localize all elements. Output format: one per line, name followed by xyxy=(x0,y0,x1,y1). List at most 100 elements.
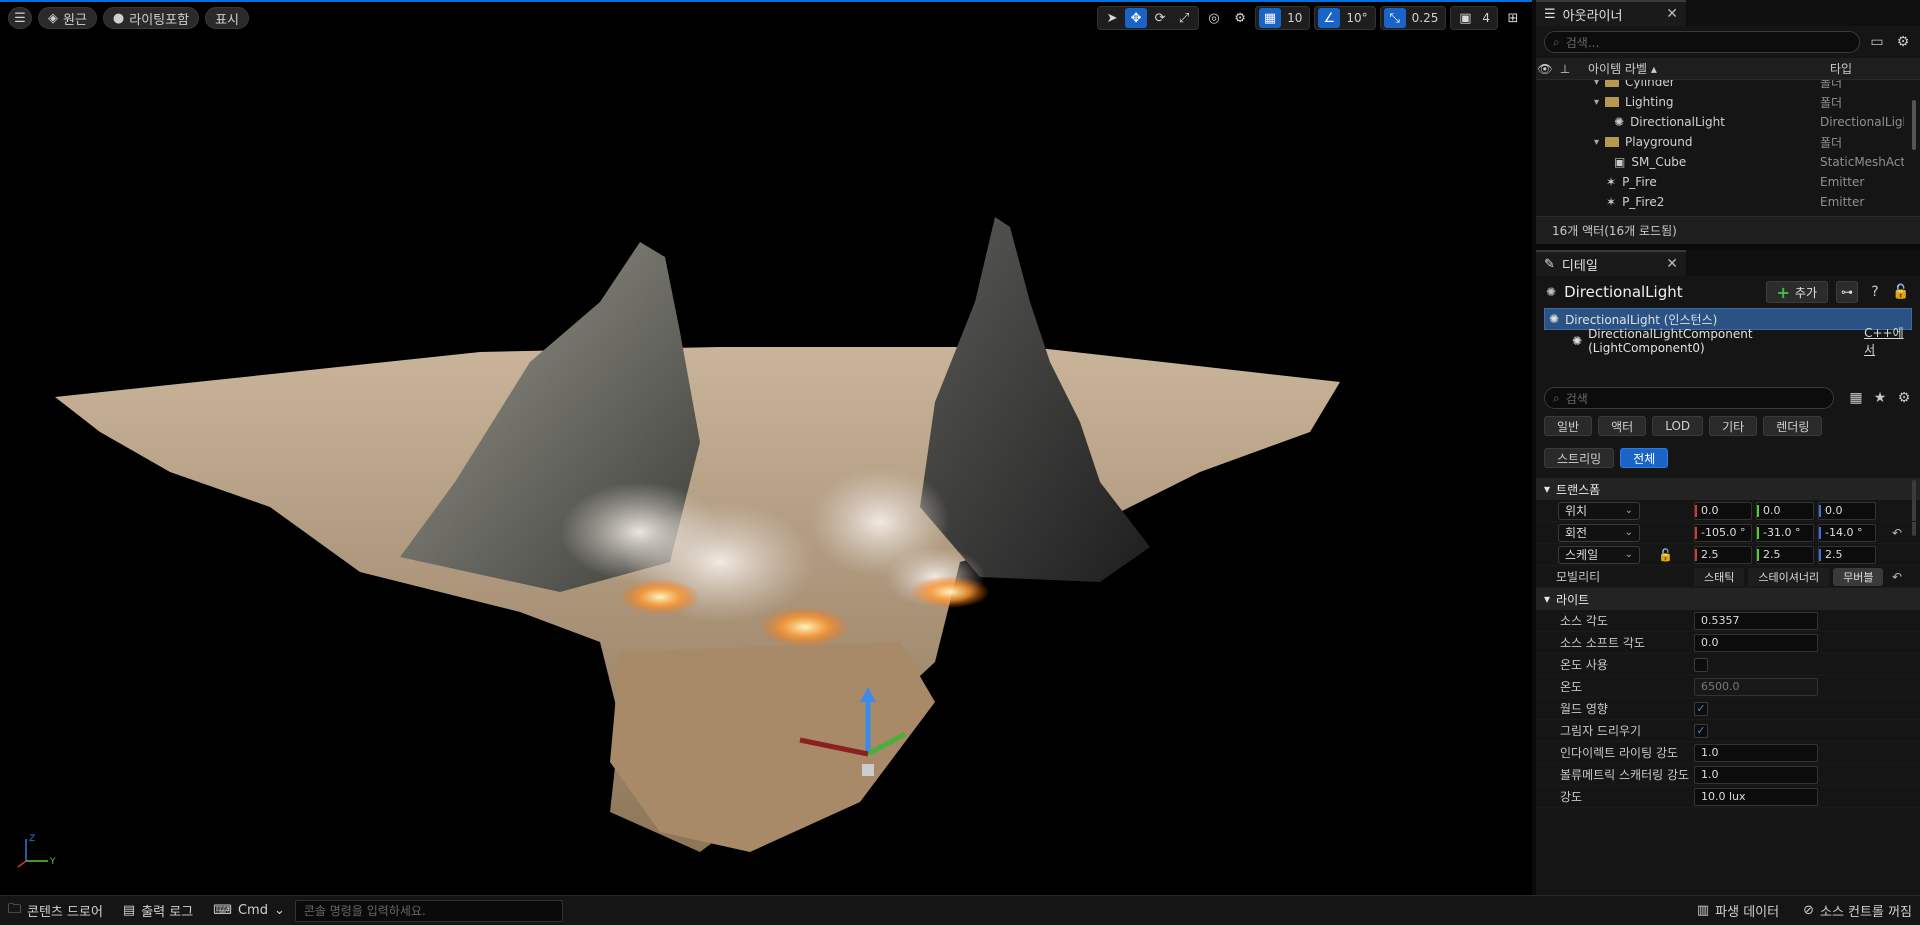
column-type[interactable]: 타입 xyxy=(1830,60,1852,77)
camera-icon[interactable]: ▣ xyxy=(1454,8,1476,28)
blueprint-icon[interactable]: ⊶ xyxy=(1836,281,1858,303)
close-icon[interactable]: ✕ xyxy=(1666,6,1678,22)
volumetric-scattering-field[interactable]: 1.0 xyxy=(1694,765,1818,784)
perspective-button[interactable]: ◈ 원근 xyxy=(38,7,97,29)
unlock-icon[interactable]: 🔓 xyxy=(1658,548,1673,562)
grid-snap[interactable]: ▦ 10 xyxy=(1255,6,1311,30)
show-button[interactable]: 표시 xyxy=(205,7,249,29)
rotate-snap[interactable]: ∠ 10° xyxy=(1314,6,1376,30)
source-soft-angle-field[interactable]: 0.0 xyxy=(1694,633,1818,652)
indirect-intensity-field[interactable]: 1.0 xyxy=(1694,743,1818,762)
lock-icon[interactable]: 🔓 xyxy=(1892,284,1910,300)
cmd-dropdown[interactable]: ⌨ Cmd ⌄ xyxy=(213,903,285,918)
outliner-search-input[interactable]: ⌕ 검색... xyxy=(1544,31,1860,53)
view-mode-button[interactable]: ● 라이팅포함 xyxy=(102,7,200,29)
affects-world-checkbox[interactable]: ✓ xyxy=(1694,701,1708,716)
outliner-row[interactable]: ▾ Lighting 폴더 xyxy=(1536,92,1920,112)
tab-outliner[interactable]: ☰ 아웃라이너 ✕ xyxy=(1536,0,1686,26)
chevron-down-icon[interactable]: ▾ xyxy=(1594,97,1599,108)
outliner-list[interactable]: ▾ Cylinder 폴더 ▾ Lighting 폴더 ✺ DirectionalLight D… xyxy=(1536,80,1920,216)
scale-snap[interactable]: ⤡ 0.25 xyxy=(1379,6,1447,30)
pin-icon[interactable]: ⊥ xyxy=(1554,62,1576,76)
scale-snap-icon[interactable]: ⤡ xyxy=(1383,8,1406,28)
scale-x-field[interactable]: 2.5 xyxy=(1694,545,1752,564)
reset-icon[interactable]: ↶ xyxy=(1892,526,1902,540)
mobility-option[interactable]: 스태틱 xyxy=(1694,567,1745,586)
rotation-y-field[interactable]: -31.0 ° xyxy=(1756,523,1814,542)
output-log-button[interactable]: ▤ 출력 로그 xyxy=(123,901,193,920)
table-view-icon[interactable]: ▦ xyxy=(1848,390,1864,406)
scene-render[interactable] xyxy=(0,2,1532,895)
add-component-button[interactable]: + 추가 xyxy=(1765,281,1828,303)
use-temperature-checkbox[interactable] xyxy=(1694,657,1708,672)
cast-shadows-checkbox[interactable]: ✓ xyxy=(1694,723,1708,738)
rotation-dropdown[interactable]: 회전 ⌄ xyxy=(1558,523,1640,542)
scale-snap-value[interactable]: 0.25 xyxy=(1408,11,1443,25)
column-item-label[interactable]: 아이템 라벨 ▴ xyxy=(1588,60,1818,77)
filter-button[interactable]: 렌더링 xyxy=(1763,416,1823,436)
derived-data-button[interactable]: ▥ 파생 데이터 xyxy=(1697,901,1779,920)
source-control-button[interactable]: ⊘ 소스 컨트롤 꺼짐 xyxy=(1803,901,1912,920)
source-angle-field[interactable]: 0.5357 xyxy=(1694,611,1818,630)
location-x-field[interactable]: 0.0 xyxy=(1694,501,1752,520)
scale-tool-icon[interactable]: ⤢ xyxy=(1173,8,1195,28)
scale-dropdown[interactable]: 스케일 ⌄ xyxy=(1558,545,1640,564)
location-z-field[interactable]: 0.0 xyxy=(1818,501,1876,520)
filter-button[interactable]: 스트리밍 xyxy=(1544,448,1615,468)
filter-button[interactable]: LOD xyxy=(1652,416,1704,436)
level-viewport[interactable]: ☰ ◈ 원근 ● 라이팅포함 표시 ➤ ✥ ⟳ ⤢ ◎ ⚙ ▦ 10 ∠ 10°… xyxy=(0,0,1532,895)
tab-details[interactable]: ✎ 디테일 ✕ xyxy=(1536,250,1686,276)
mobility-option[interactable]: 무버블 xyxy=(1833,567,1884,586)
intensity-field[interactable]: 10.0 lux xyxy=(1694,787,1818,806)
camera-speed[interactable]: ▣ 4 xyxy=(1450,6,1498,30)
chevron-down-icon[interactable]: ▾ xyxy=(1594,137,1599,148)
grid-snap-icon[interactable]: ▦ xyxy=(1259,8,1282,28)
location-y-field[interactable]: 0.0 xyxy=(1756,501,1814,520)
world-space-icon[interactable]: ◎ xyxy=(1203,8,1225,28)
reset-icon[interactable]: ↶ xyxy=(1892,570,1902,584)
scale-z-field[interactable]: 2.5 xyxy=(1818,545,1876,564)
viewport-menu-button[interactable]: ☰ xyxy=(8,7,32,29)
translate-tool-icon[interactable]: ✥ xyxy=(1125,8,1148,28)
settings-icon[interactable]: ⚙ xyxy=(1896,390,1912,406)
details-search-input[interactable]: ⌕ 검색 xyxy=(1544,387,1834,409)
rotate-tool-icon[interactable]: ⟳ xyxy=(1149,8,1171,28)
cpp-link[interactable]: C++에서 xyxy=(1864,324,1912,358)
select-tool-icon[interactable]: ➤ xyxy=(1101,8,1123,28)
console-input[interactable]: 콘솔 명령을 입력하세요. xyxy=(294,899,563,922)
filter-button[interactable]: 액터 xyxy=(1598,416,1647,436)
component-row[interactable]: ✺ DirectionalLightComponent (LightCompon… xyxy=(1544,326,1912,357)
layout-icon[interactable]: ⊞ xyxy=(1502,8,1524,28)
outliner-row[interactable]: ▾ Playground 폴더 xyxy=(1536,132,1920,152)
temperature-field[interactable]: 6500.0 xyxy=(1694,677,1818,696)
chevron-down-icon[interactable]: ▾ xyxy=(1594,80,1599,88)
mobility-option[interactable]: 스테이셔너리 xyxy=(1748,567,1830,586)
filter-button[interactable]: 전체 xyxy=(1620,448,1669,468)
location-dropdown[interactable]: 위치 ⌄ xyxy=(1558,501,1640,520)
angle-snap-icon[interactable]: ∠ xyxy=(1318,8,1341,28)
settings-icon[interactable]: ⚙ xyxy=(1894,34,1912,50)
content-drawer-button[interactable]: 🗀 콘텐츠 드로어 xyxy=(8,900,103,922)
filter-button[interactable]: 일반 xyxy=(1544,416,1593,436)
outliner-row[interactable]: ✺ DirectionalLight DirectionalLight xyxy=(1536,112,1920,132)
outliner-row[interactable]: ▣ SM_Cube StaticMeshActor xyxy=(1536,152,1920,172)
add-folder-icon[interactable]: ▭ xyxy=(1868,34,1886,50)
close-icon[interactable]: ✕ xyxy=(1666,256,1678,272)
outliner-row[interactable]: ▾ Cylinder 폴더 xyxy=(1536,80,1920,92)
outliner-row[interactable]: ✶ P_Fire Emitter xyxy=(1536,172,1920,192)
scale-y-field[interactable]: 2.5 xyxy=(1756,545,1814,564)
outliner-row[interactable]: ✶ P_Fire2 Emitter xyxy=(1536,192,1920,212)
visibility-icon[interactable]: 👁 xyxy=(1536,62,1554,76)
rotation-z-field[interactable]: -14.0 ° xyxy=(1818,523,1876,542)
star-icon[interactable]: ★ xyxy=(1872,390,1888,406)
rotate-snap-value[interactable]: 10° xyxy=(1342,11,1371,25)
outliner-row[interactable]: ✶ P_Fire3 Emitter xyxy=(1536,212,1920,216)
camera-speed-value[interactable]: 4 xyxy=(1478,11,1494,25)
surface-snap-icon[interactable]: ⚙ xyxy=(1229,8,1251,28)
filter-button[interactable]: 기타 xyxy=(1709,416,1758,436)
grid-snap-value[interactable]: 10 xyxy=(1283,11,1306,25)
help-icon[interactable]: ? xyxy=(1866,284,1884,300)
section-light[interactable]: ▾ 라이트 xyxy=(1536,588,1920,610)
rotation-x-field[interactable]: -105.0 ° xyxy=(1694,523,1752,542)
section-transform[interactable]: ▾ 트랜스폼 xyxy=(1536,478,1920,500)
